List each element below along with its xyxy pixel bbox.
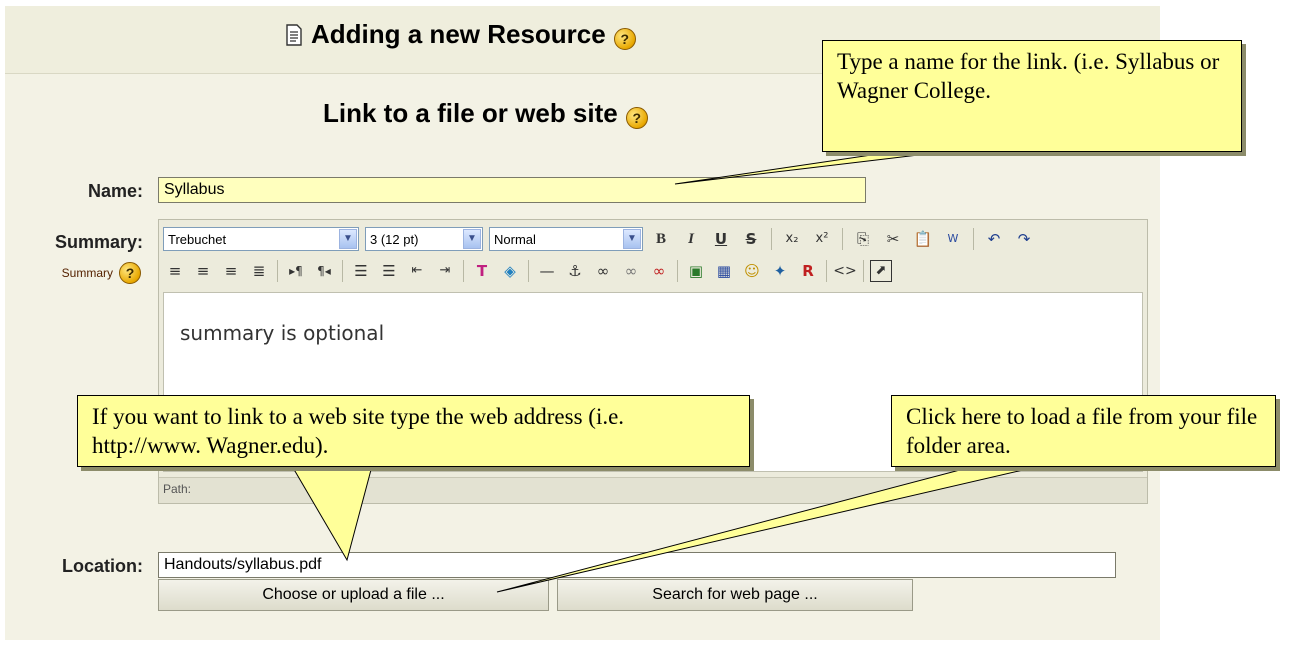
name-callout-text: Type a name for the link. (i.e. Syllabus… bbox=[837, 49, 1220, 103]
web-callout: If you want to link to a web site type t… bbox=[77, 395, 750, 467]
web-callout-text: If you want to link to a web site type t… bbox=[92, 404, 625, 458]
file-callout-pointer bbox=[496, 465, 1041, 593]
file-callout: Click here to load a file from your file… bbox=[891, 395, 1276, 467]
name-callout-pointer bbox=[674, 149, 961, 185]
file-callout-text: Click here to load a file from your file… bbox=[906, 404, 1258, 458]
name-callout: Type a name for the link. (i.e. Syllabus… bbox=[822, 40, 1242, 152]
web-callout-pointer bbox=[291, 465, 373, 562]
